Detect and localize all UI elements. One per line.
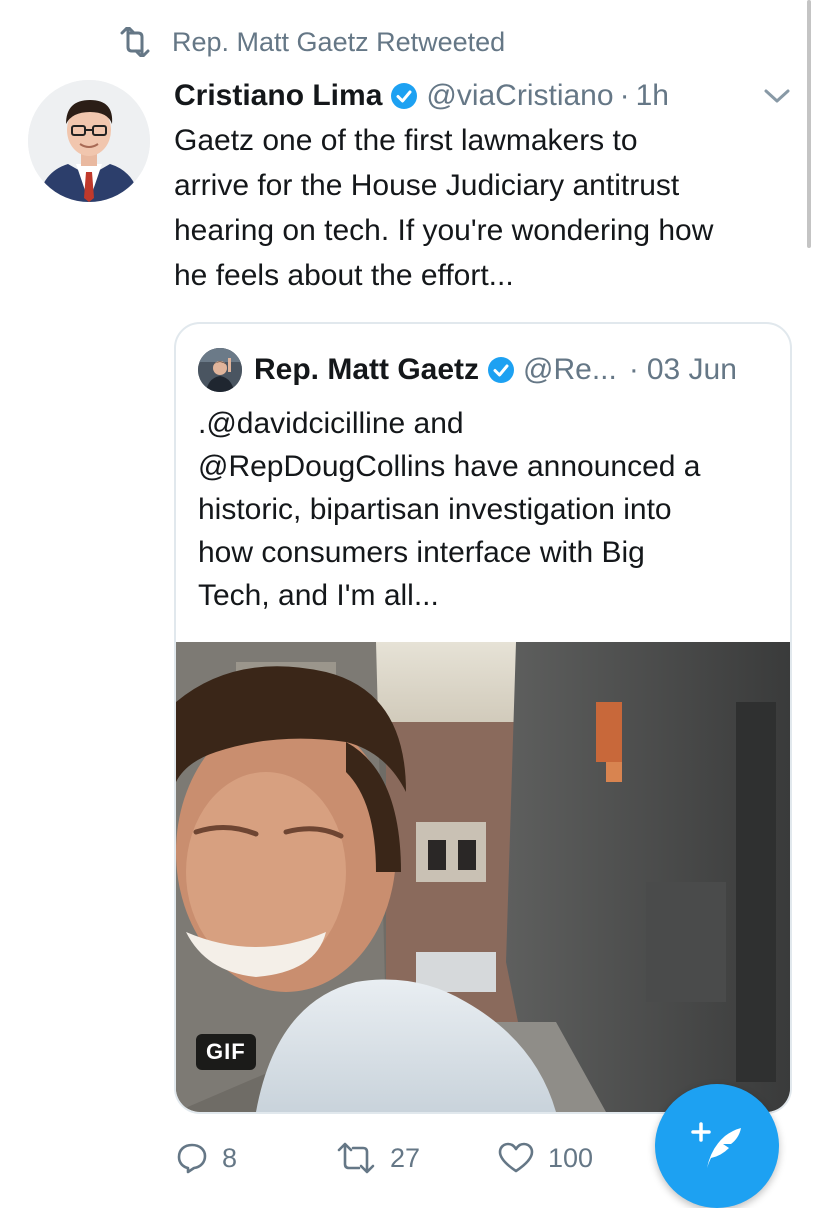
gif-frame-image (176, 642, 790, 1112)
verified-badge-icon (391, 83, 418, 109)
gif-badge: GIF (196, 1034, 256, 1070)
like-button[interactable]: 100 (498, 1142, 638, 1174)
retweet-banner-text: Rep. Matt Gaetz Retweeted (172, 26, 506, 57)
quoted-author-handle[interactable]: @Re... (523, 353, 617, 387)
tweet-action-bar: 8 27 100 (176, 1138, 638, 1178)
tweet-timestamp[interactable]: 1h (636, 79, 669, 113)
reply-button[interactable]: 8 (176, 1142, 336, 1174)
tweet-text-line: arrive for the House Judiciary antitrust (174, 169, 680, 202)
verified-badge-icon (488, 357, 515, 383)
quoted-tweet-header: Rep. Matt Gaetz @Re... · 03 Jun (198, 348, 737, 392)
reply-icon (177, 1143, 207, 1174)
tweet-header: Cristiano Lima @viaCristiano · 1h (174, 76, 669, 116)
like-icon (498, 1142, 534, 1173)
avatar[interactable] (28, 80, 150, 202)
tweet-text-line: hearing on tech. If you're wondering how (174, 214, 714, 247)
gif-media[interactable]: GIF (176, 642, 790, 1112)
quoted-text-line: Tech, and I'm all... (198, 579, 439, 612)
compose-tweet-button[interactable] (655, 1084, 779, 1208)
compose-tweet-icon (691, 1122, 741, 1168)
retweet-button[interactable]: 27 (336, 1142, 498, 1174)
tweet-text: Gaetz one of the first lawmakers to arri… (174, 118, 794, 298)
scrollbar[interactable] (807, 0, 811, 248)
quoted-tweet-card[interactable]: Rep. Matt Gaetz @Re... · 03 Jun .@davidc… (174, 322, 792, 1114)
author-name[interactable]: Cristiano Lima (174, 79, 382, 113)
quoted-text-line: how consumers interface with Big (198, 536, 645, 569)
tweet-text-line: Gaetz one of the first lawmakers to (174, 124, 638, 157)
quoted-text-line: .@davidcicilline and (198, 407, 464, 440)
retweet-count: 27 (390, 1142, 421, 1173)
retweet-banner[interactable]: Rep. Matt Gaetz Retweeted (118, 24, 505, 60)
reply-count: 8 (222, 1142, 238, 1173)
separator-dot: · (628, 353, 639, 386)
quoted-author-name[interactable]: Rep. Matt Gaetz (254, 353, 479, 387)
retweet-icon (337, 1142, 375, 1174)
quoted-text-line: @RepDougCollins have announced a (198, 450, 701, 483)
author-avatar-image (28, 80, 150, 202)
quoted-author-avatar (198, 348, 242, 392)
quoted-tweet-text: .@davidcicilline and @RepDougCollins hav… (198, 402, 778, 617)
author-handle[interactable]: @viaCristiano (426, 79, 613, 113)
tweet-text-line: he feels about the effort... (174, 259, 514, 292)
like-count: 100 (548, 1142, 594, 1173)
quoted-tweet-date[interactable]: 03 Jun (647, 353, 737, 387)
quoted-text-line: historic, bipartisan investigation into (198, 493, 672, 526)
chevron-down-icon[interactable] (763, 86, 791, 106)
retweet-icon (120, 27, 150, 57)
separator-dot: · (619, 79, 630, 112)
